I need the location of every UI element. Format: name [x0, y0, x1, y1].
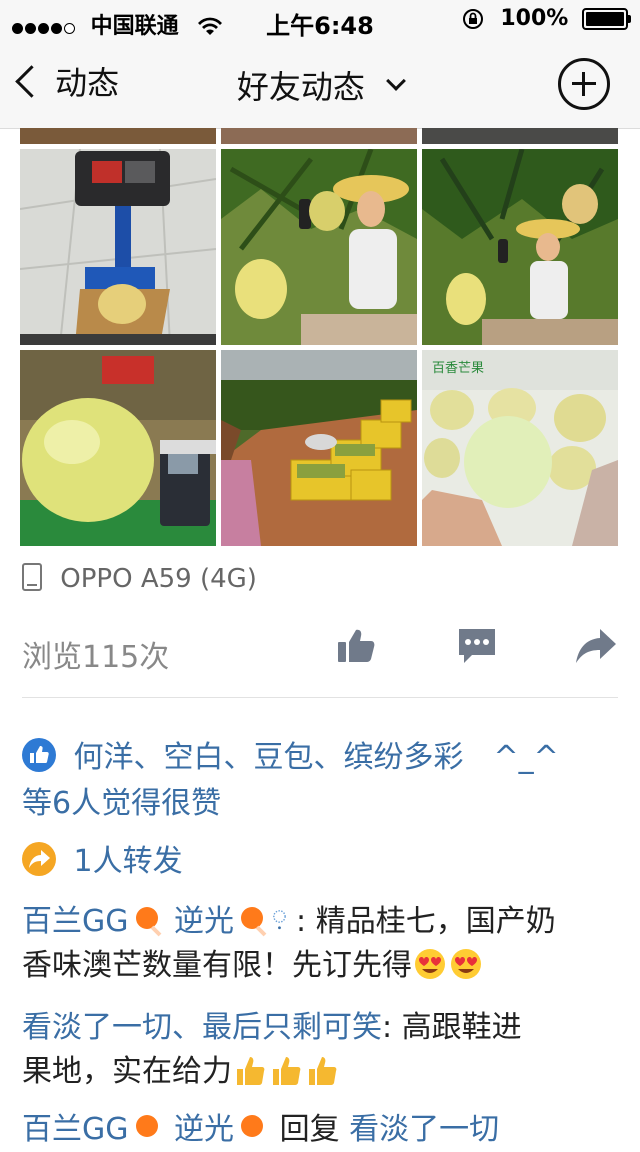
- comment-author[interactable]: 看淡了一切、最后只剩可笑: [22, 1010, 382, 1045]
- orange-ball-icon: [241, 906, 267, 936]
- comment-text-2: 果地，实在给力: [22, 1054, 232, 1089]
- likes-line: 何洋、空白、豆包、缤纷多彩 ^_^: [22, 736, 622, 780]
- likes-suffix: 等6人觉得很赞: [22, 786, 222, 821]
- chevron-down-icon: [386, 71, 406, 91]
- status-right: 100%: [461, 6, 631, 31]
- orange-ball-icon: [135, 906, 161, 936]
- photo-thumb-girl-mango-1[interactable]: [221, 149, 417, 345]
- comment-2-cont: 果地，实在给力: [22, 1050, 622, 1094]
- nav-title-dropdown[interactable]: 好友动态: [0, 62, 640, 108]
- thumbs-up-emoji-icon: [309, 1056, 337, 1085]
- dotted-circle-icon: [273, 909, 286, 929]
- comment-1-cont: 香味澳芒数量有限！先订先得: [22, 944, 622, 988]
- orange-ball-icon: [135, 1114, 158, 1137]
- device-name: OPPO A59 (4G): [60, 564, 257, 594]
- photo-grid: 百香芒果: [20, 128, 620, 548]
- share-badge-icon: [22, 841, 56, 876]
- photo-caption: 百香芒果: [432, 360, 484, 376]
- photo-thumb-girl-mango-2[interactable]: [422, 149, 618, 345]
- comment-icon: [459, 629, 495, 663]
- photo-thumb-top-right[interactable]: [422, 128, 618, 144]
- shares-line: 1人转发: [22, 840, 622, 884]
- device-info: OPPO A59 (4G): [22, 562, 257, 594]
- photo-thumb-mango-crates[interactable]: [221, 350, 417, 546]
- comment-author-2[interactable]: 逆光: [174, 1112, 234, 1147]
- status-bar: 中国联通 上午6:48 100%: [0, 0, 640, 40]
- comment-author-2[interactable]: 逆光: [174, 904, 234, 939]
- comment-text-1: : 精品桂七，国产奶: [296, 904, 556, 939]
- comment-author[interactable]: 百兰GG: [22, 904, 129, 939]
- view-count: 浏览115次: [22, 640, 170, 675]
- phone-icon: [22, 562, 42, 591]
- battery-icon: [582, 8, 631, 30]
- comment-author[interactable]: 百兰GG: [22, 1112, 129, 1147]
- comment-text-1: : 高跟鞋进: [382, 1010, 522, 1045]
- photo-thumb-top-middle[interactable]: [221, 128, 417, 144]
- share-count[interactable]: 1人转发: [74, 844, 183, 879]
- page-title: 好友动态: [236, 68, 365, 106]
- comment-2: 看淡了一切、最后只剩可笑: 高跟鞋进: [22, 1006, 622, 1050]
- rotation-lock-icon: [462, 9, 483, 29]
- photo-thumb-top-left[interactable]: [20, 128, 216, 144]
- divider: [22, 697, 618, 698]
- photo-thumb-big-mango-box[interactable]: [20, 350, 216, 546]
- photo-thumb-scale-mango[interactable]: [20, 149, 216, 345]
- add-post-button[interactable]: [558, 58, 610, 110]
- like-button[interactable]: [336, 626, 376, 670]
- reply-to[interactable]: 看淡了一切: [349, 1112, 499, 1147]
- thumbs-up-emoji-icon: [237, 1056, 265, 1085]
- thumbs-up-emoji-icon: [273, 1056, 301, 1085]
- liker-names[interactable]: 何洋、空白、豆包、缤纷多彩 ^_^: [74, 740, 559, 775]
- thumbs-up-icon: [338, 629, 375, 662]
- battery-percent: 100%: [500, 6, 569, 31]
- photo-thumb-mango-in-hand[interactable]: 百香芒果: [422, 350, 618, 546]
- comment-text-2: 香味澳芒数量有限！先订先得: [22, 948, 412, 983]
- share-button[interactable]: [574, 626, 618, 670]
- reply-word: 回复: [279, 1112, 340, 1147]
- heart-eyes-emoji-icon: [415, 948, 445, 979]
- comment-1: 百兰GG 逆光 : 精品桂七，国产奶: [22, 900, 622, 944]
- share-arrow-icon: [576, 629, 616, 663]
- heart-eyes-emoji-icon: [451, 948, 481, 979]
- orange-ball-icon: [241, 1114, 264, 1137]
- nav-bar: 动态 好友动态: [0, 40, 640, 129]
- comment-button[interactable]: [456, 626, 498, 670]
- comment-3: 百兰GG 逆光 回复 看淡了一切: [22, 1108, 622, 1152]
- like-badge-icon: [22, 737, 56, 772]
